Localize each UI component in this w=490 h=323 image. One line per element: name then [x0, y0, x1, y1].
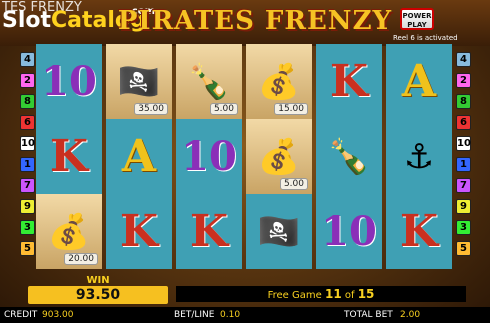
reel-4: 💰 15.00 💰 5.00 🏴‍☠️ — [246, 44, 312, 269]
symbol-cell: A — [106, 119, 172, 194]
card-symbol: A — [121, 130, 157, 182]
prize-badge: 20.00 — [64, 253, 98, 265]
line-number: 10 — [456, 136, 471, 151]
bag-icon: 💰 — [257, 61, 301, 102]
free-game-prefix: Free Game — [267, 290, 322, 301]
line-number: 5 — [20, 241, 35, 256]
bottom-bar: CREDIT 903.00 BET/LINE 0.10 TOTAL BET 2.… — [0, 307, 490, 323]
power-play-button[interactable]: POWER PLAY — [400, 8, 434, 30]
line-number: 3 — [20, 220, 35, 235]
symbol-cell: K — [36, 119, 102, 194]
card-symbol: A — [401, 55, 437, 107]
line-number: 6 — [20, 115, 35, 130]
line-number: 8 — [456, 94, 471, 109]
line-number: 7 — [20, 178, 35, 193]
line-number: 5 — [456, 241, 471, 256]
line-number: 3 — [456, 220, 471, 235]
line-number: 9 — [20, 199, 35, 214]
credit-value: 903.00 — [42, 310, 74, 320]
bottle-icon: 🍾 — [327, 136, 371, 177]
symbol-cell: 💰 15.00 — [246, 44, 312, 119]
free-game-total: 15 — [357, 287, 375, 301]
card-symbol: K — [189, 205, 229, 257]
reel-6: A ⚓ K — [386, 44, 452, 269]
reel-5: K 🍾 10 — [316, 44, 382, 269]
symbol-cell: 🏴‍☠️ — [246, 194, 312, 269]
card-symbol: K — [119, 205, 159, 257]
line-number: 8 — [20, 94, 35, 109]
card-symbol: 10 — [41, 57, 97, 105]
symbol-cell: 10 — [316, 194, 382, 269]
symbol-cell: ⚓ — [386, 119, 452, 194]
free-game-current: 11 — [324, 287, 342, 301]
bag-icon: 💰 — [257, 136, 301, 177]
prize-badge: 5.00 — [279, 178, 308, 190]
logo-part1: Slot — [2, 8, 52, 33]
line-number: 4 — [456, 52, 471, 67]
reel-grid: 10 K 💰 20.00 🏴‍☠️ 35.00 A K 🍾 5.00 10 K 💰 15.00 💰 5.00 🏴… — [36, 44, 454, 269]
symbol-cell: 10 — [36, 44, 102, 119]
pirate-icon: 🏴‍☠️ — [257, 211, 301, 252]
line-number: 2 — [20, 73, 35, 88]
symbol-cell: A — [386, 44, 452, 119]
free-game-of: of — [344, 290, 355, 301]
line-number: 10 — [20, 136, 35, 151]
free-game-counter: Free Game 11 of 15 — [176, 286, 466, 302]
prize-badge: 15.00 — [274, 103, 308, 115]
betline-label: BET/LINE — [174, 310, 215, 320]
symbol-cell: 💰 5.00 — [246, 119, 312, 194]
anchor-icon: ⚓ — [403, 136, 435, 177]
win-display: WIN 93.50 — [28, 275, 168, 305]
game-title: PIRATES FRENZY — [117, 6, 393, 36]
line-number: 9 — [456, 199, 471, 214]
line-number: 7 — [456, 178, 471, 193]
symbol-cell: K — [386, 194, 452, 269]
symbol-cell: K — [316, 44, 382, 119]
card-symbol: 10 — [321, 207, 377, 255]
symbol-cell: 🍾 — [316, 119, 382, 194]
line-number: 4 — [20, 52, 35, 67]
credit-label: CREDIT — [4, 310, 38, 320]
pirate-icon: 🏴‍☠️ — [117, 61, 161, 102]
card-symbol: K — [399, 205, 439, 257]
prize-badge: 35.00 — [134, 103, 168, 115]
card-symbol: 10 — [181, 132, 237, 180]
game-screen: TES FRENZY SlotCatalog .com PIRATES FREN… — [0, 0, 490, 323]
win-label: WIN — [86, 275, 110, 286]
bottle-icon: 🍾 — [187, 61, 231, 102]
betline-value: 0.10 — [220, 310, 241, 320]
prize-badge: 5.00 — [209, 103, 238, 115]
symbol-cell: K — [106, 194, 172, 269]
symbol-cell: 🏴‍☠️ 35.00 — [106, 44, 172, 119]
symbol-cell: K — [176, 194, 242, 269]
line-number: 2 — [456, 73, 471, 88]
reel-3: 🍾 5.00 10 K — [176, 44, 242, 269]
symbol-cell: 💰 20.00 — [36, 194, 102, 269]
bag-icon: 💰 — [47, 211, 91, 252]
card-symbol: K — [49, 130, 89, 182]
totalbet-value: 2.00 — [400, 310, 421, 320]
line-number: 1 — [20, 157, 35, 172]
totalbet-label: TOTAL BET — [344, 310, 393, 320]
reel-status: Reel 6 is activated — [393, 34, 458, 42]
win-value: 93.50 — [28, 286, 168, 304]
reel-2: 🏴‍☠️ 35.00 A K — [106, 44, 172, 269]
line-number: 1 — [456, 157, 471, 172]
symbol-cell: 🍾 5.00 — [176, 44, 242, 119]
reel-1: 10 K 💰 20.00 — [36, 44, 102, 269]
card-symbol: K — [329, 55, 369, 107]
symbol-cell: 10 — [176, 119, 242, 194]
line-number: 6 — [456, 115, 471, 130]
